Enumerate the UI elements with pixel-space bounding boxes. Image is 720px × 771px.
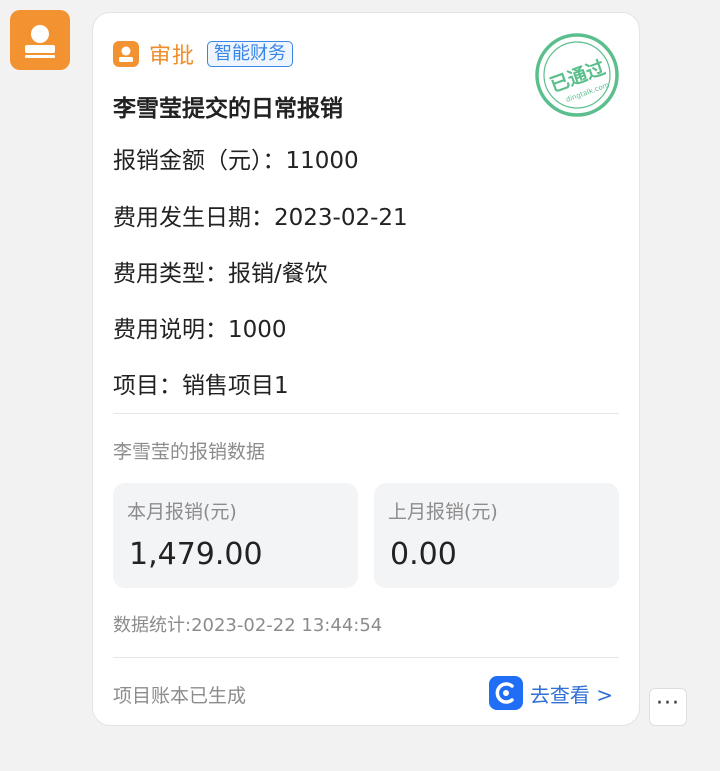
app-header: 审批 智能财务 [113, 38, 294, 70]
field-value: 11000 [285, 148, 359, 174]
field-label: 费用发生日期： [113, 205, 274, 231]
stat-this-month: 本月报销(元) 1,479.00 [113, 483, 358, 588]
stat-value: 1,479.00 [129, 537, 263, 572]
field-description: 费用说明：1000 [113, 310, 287, 344]
field-type: 费用类型：报销/餐饮 [113, 254, 328, 288]
field-label: 项目： [113, 373, 182, 399]
stat-label: 上月报销(元) [388, 501, 498, 523]
stat-value: 0.00 [390, 537, 457, 572]
field-label: 费用类型： [113, 261, 228, 287]
stamp-person-icon [25, 25, 55, 58]
field-value: 1000 [228, 317, 287, 343]
field-date: 费用发生日期：2023-02-21 [113, 198, 408, 232]
field-amount: 报销金额（元）：11000 [113, 141, 359, 175]
avatar[interactable] [10, 10, 70, 70]
field-value: 报销/餐饮 [228, 261, 328, 287]
more-options-button[interactable]: ··· [649, 688, 687, 726]
app-name: 审批 [149, 44, 196, 69]
ledger-app-icon [488, 676, 523, 710]
view-link[interactable]: 去查看 > [488, 676, 613, 710]
approval-app-icon [113, 41, 139, 67]
stats-section-label: 李雪莹的报销数据 [113, 441, 266, 463]
card-title: 李雪莹提交的日常报销 [113, 96, 343, 122]
stat-last-month: 上月报销(元) 0.00 [374, 483, 619, 588]
field-value: 2023-02-21 [274, 205, 408, 231]
ledger-note: 项目账本已生成 [113, 685, 247, 707]
field-label: 报销金额（元）： [113, 148, 286, 174]
divider [113, 657, 619, 658]
view-link-label[interactable]: 去查看 > [530, 679, 613, 708]
approved-stamp: 已通过 dingtalk.com [535, 33, 619, 117]
field-value: 销售项目1 [182, 373, 289, 399]
approval-card[interactable]: 审批 智能财务 已通过 dingtalk.com 李雪莹提交的日常报销 报销金额… [92, 12, 640, 726]
divider [113, 413, 619, 414]
app-tag: 智能财务 [207, 41, 294, 67]
stat-label: 本月报销(元) [127, 501, 237, 523]
field-label: 费用说明： [113, 317, 228, 343]
stats-timestamp: 数据统计:2023-02-22 13:44:54 [113, 615, 383, 636]
field-project: 项目：销售项目1 [113, 366, 289, 400]
